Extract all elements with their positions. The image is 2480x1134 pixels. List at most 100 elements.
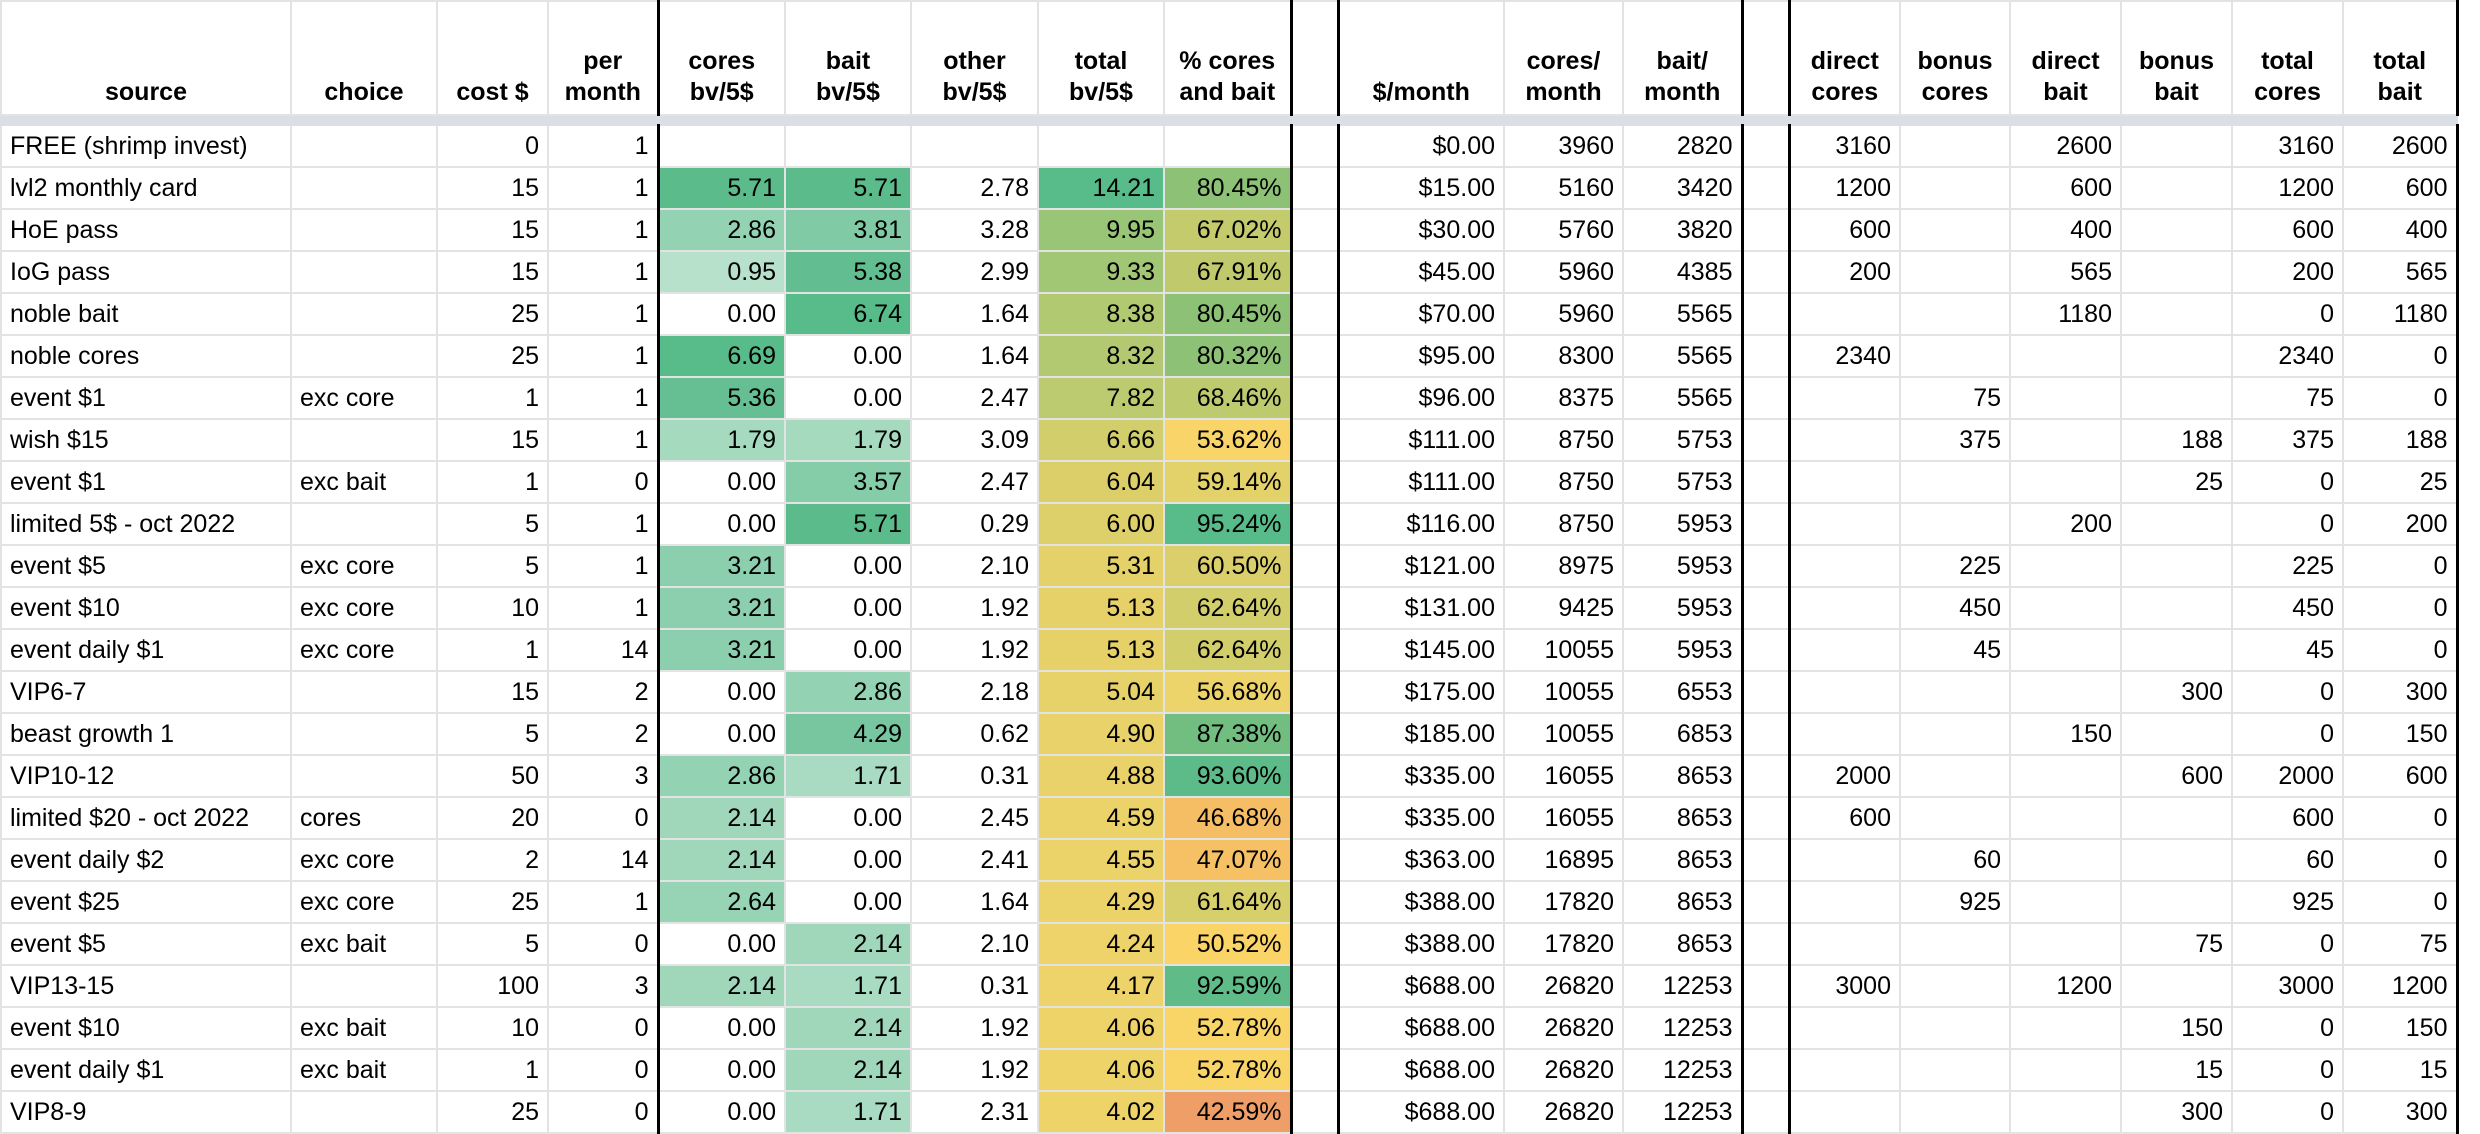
cell-direct-bait[interactable]: 1180	[2009, 292, 2122, 336]
cell-bait-bv[interactable]: 0.00	[784, 838, 912, 882]
cell-bonus-cores[interactable]: 450	[1899, 586, 2011, 630]
cell-cost[interactable]: 1	[436, 460, 549, 504]
cell-total-cores[interactable]: 0	[2231, 1048, 2344, 1092]
cell-cores-month[interactable]: 8975	[1503, 544, 1624, 588]
cell-other-bv[interactable]: 1.92	[910, 586, 1039, 630]
cell-source[interactable]: event $5	[0, 544, 292, 588]
cell-cores-bv[interactable]: 6.69	[657, 334, 786, 378]
cell-per-month[interactable]: 0	[547, 460, 660, 504]
cell-source[interactable]: event $25	[0, 880, 292, 924]
cell-cost[interactable]: 15	[436, 208, 549, 252]
cell-gap[interactable]	[1741, 1006, 1791, 1050]
cell-direct-bait[interactable]	[2009, 628, 2122, 672]
cell-cores-month[interactable]: 5160	[1503, 166, 1624, 210]
cell-bait-bv[interactable]: 0.00	[784, 628, 912, 672]
cell-bait-month[interactable]: 4385	[1622, 250, 1744, 294]
cell-dollar-month[interactable]: $688.00	[1337, 1006, 1505, 1050]
cell-per-month[interactable]: 1	[547, 124, 660, 168]
cell-gap[interactable]	[1741, 1048, 1791, 1092]
cell-other-bv[interactable]: 3.28	[910, 208, 1039, 252]
cell-gap[interactable]	[1741, 166, 1791, 210]
cell-total-bait[interactable]: 0	[2342, 838, 2459, 882]
cell-bait-bv[interactable]: 0.00	[784, 586, 912, 630]
cell-direct-bait[interactable]	[2009, 586, 2122, 630]
cell-choice[interactable]: exc core	[290, 838, 438, 882]
cell-cores-bv[interactable]: 0.00	[657, 460, 786, 504]
cell-gap[interactable]	[1290, 796, 1340, 840]
cell-pct-cores-bait[interactable]: 80.32%	[1163, 334, 1293, 378]
cell-bait-bv[interactable]: 0.00	[784, 334, 912, 378]
cell-bait-bv[interactable]: 1.71	[784, 964, 912, 1008]
cell-total-bv[interactable]: 4.02	[1037, 1090, 1165, 1134]
cell-other-bv[interactable]: 2.78	[910, 166, 1039, 210]
cell-bonus-bait[interactable]	[2120, 124, 2233, 168]
cell-pct-cores-bait[interactable]: 95.24%	[1163, 502, 1293, 546]
cell-dollar-month[interactable]: $688.00	[1337, 1048, 1505, 1092]
cell-total-cores[interactable]: 1200	[2231, 166, 2344, 210]
cell-direct-cores[interactable]	[1788, 544, 1901, 588]
header-choice[interactable]: choice	[290, 0, 438, 116]
cell-bonus-cores[interactable]	[1899, 712, 2011, 756]
cell-cores-month[interactable]: 17820	[1503, 880, 1624, 924]
header-direct-cores[interactable]: direct cores	[1788, 0, 1901, 116]
cell-gap[interactable]	[1290, 1006, 1340, 1050]
header-per-month[interactable]: per month	[547, 0, 660, 116]
cell-gap[interactable]	[1741, 334, 1791, 378]
cell-total-bait[interactable]: 600	[2342, 166, 2459, 210]
cell-gap[interactable]	[1741, 376, 1791, 420]
cell-bonus-cores[interactable]: 225	[1899, 544, 2011, 588]
cell-gap[interactable]	[1290, 124, 1340, 168]
cell-other-bv[interactable]: 3.09	[910, 418, 1039, 462]
cell-per-month[interactable]: 1	[547, 166, 660, 210]
cell-bonus-bait[interactable]: 15	[2120, 1048, 2233, 1092]
cell-bait-month[interactable]: 6553	[1622, 670, 1744, 714]
cell-gap[interactable]	[1290, 544, 1340, 588]
cell-per-month[interactable]: 1	[547, 502, 660, 546]
cell-other-bv[interactable]: 0.29	[910, 502, 1039, 546]
cell-total-cores[interactable]: 600	[2231, 796, 2344, 840]
cell-gap[interactable]	[1741, 586, 1791, 630]
cell-cores-month[interactable]: 8375	[1503, 376, 1624, 420]
cell-gap[interactable]	[1290, 250, 1340, 294]
cell-bait-month[interactable]: 3820	[1622, 208, 1744, 252]
cell-cost[interactable]: 15	[436, 166, 549, 210]
cell-gap[interactable]	[1741, 208, 1791, 252]
cell-bonus-cores[interactable]	[1899, 1048, 2011, 1092]
cell-per-month[interactable]: 14	[547, 838, 660, 882]
cell-total-bait[interactable]: 75	[2342, 922, 2459, 966]
cell-cost[interactable]: 25	[436, 334, 549, 378]
cell-gap[interactable]	[1290, 334, 1340, 378]
cell-gap[interactable]	[1290, 292, 1340, 336]
cell-other-bv[interactable]: 2.18	[910, 670, 1039, 714]
cell-cores-month[interactable]: 16895	[1503, 838, 1624, 882]
cell-dollar-month[interactable]: $111.00	[1337, 418, 1505, 462]
cell-gap[interactable]	[1290, 376, 1340, 420]
cell-bonus-bait[interactable]: 75	[2120, 922, 2233, 966]
cell-pct-cores-bait[interactable]: 68.46%	[1163, 376, 1293, 420]
cell-total-bait[interactable]: 0	[2342, 628, 2459, 672]
cell-gap[interactable]	[1741, 880, 1791, 924]
cell-choice[interactable]	[290, 670, 438, 714]
cell-bait-month[interactable]: 5565	[1622, 292, 1744, 336]
cell-total-bait[interactable]: 565	[2342, 250, 2459, 294]
cell-direct-bait[interactable]	[2009, 754, 2122, 798]
cell-per-month[interactable]: 0	[547, 1006, 660, 1050]
cell-dollar-month[interactable]: $95.00	[1337, 334, 1505, 378]
cell-bait-month[interactable]: 5953	[1622, 544, 1744, 588]
cell-choice[interactable]	[290, 1090, 438, 1134]
cell-choice[interactable]: exc core	[290, 544, 438, 588]
cell-bait-month[interactable]: 8653	[1622, 838, 1744, 882]
cell-pct-cores-bait[interactable]: 80.45%	[1163, 166, 1293, 210]
cell-total-bv[interactable]: 4.29	[1037, 880, 1165, 924]
cell-choice[interactable]	[290, 754, 438, 798]
cell-pct-cores-bait[interactable]: 80.45%	[1163, 292, 1293, 336]
cell-other-bv[interactable]: 2.99	[910, 250, 1039, 294]
cell-other-bv[interactable]: 1.64	[910, 292, 1039, 336]
cell-source[interactable]: event $1	[0, 376, 292, 420]
cell-cost[interactable]: 20	[436, 796, 549, 840]
cell-gap[interactable]	[1290, 964, 1340, 1008]
cell-bonus-cores[interactable]	[1899, 1006, 2011, 1050]
cell-cores-bv[interactable]: 5.36	[657, 376, 786, 420]
cell-cores-bv[interactable]: 0.00	[657, 1090, 786, 1134]
cell-bait-bv[interactable]: 2.86	[784, 670, 912, 714]
